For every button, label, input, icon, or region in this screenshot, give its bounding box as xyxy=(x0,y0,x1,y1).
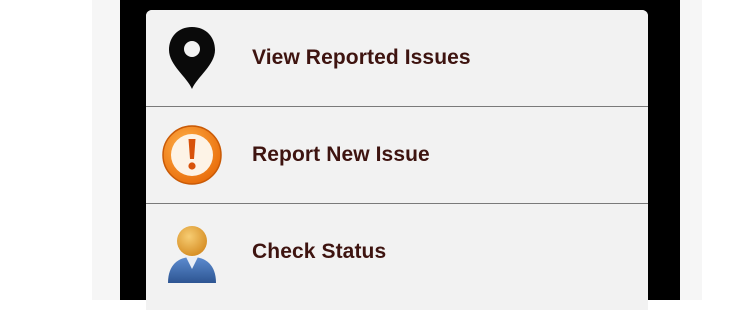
menu-item-report-new-issue[interactable]: Report New Issue xyxy=(146,107,648,204)
main-menu: View Reported Issues Report New Issue Ch… xyxy=(146,10,648,310)
page-panel-right xyxy=(680,0,702,300)
menu-item-label: Report New Issue xyxy=(252,143,430,166)
menu-item-label: Check Status xyxy=(252,240,387,263)
page-background-left xyxy=(0,0,92,300)
page-panel-left xyxy=(92,0,120,300)
page-background-right xyxy=(702,0,750,300)
menu-item-view-reported-issues[interactable]: View Reported Issues xyxy=(146,10,648,107)
user-avatar-icon xyxy=(160,217,224,287)
exclamation-alert-icon xyxy=(160,120,224,190)
menu-item-check-status[interactable]: Check Status xyxy=(146,204,648,300)
menu-item-label: View Reported Issues xyxy=(252,46,471,69)
map-pin-icon xyxy=(160,23,224,93)
